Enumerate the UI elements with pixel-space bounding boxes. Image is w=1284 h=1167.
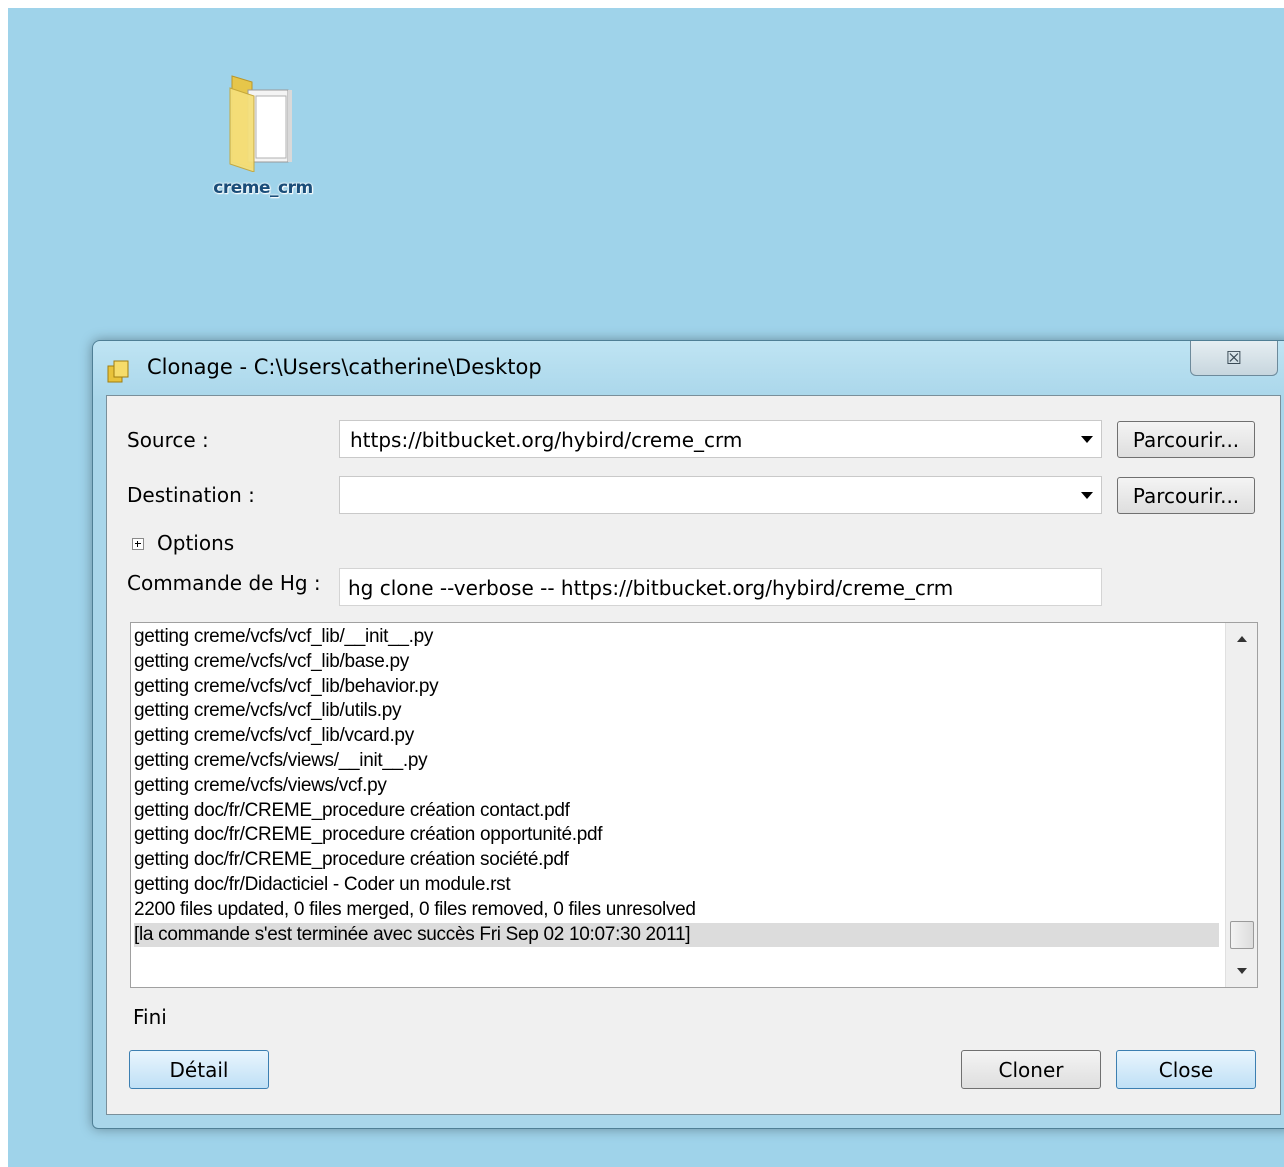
detail-button[interactable]: Détail	[129, 1050, 269, 1089]
folder-icon[interactable]	[222, 68, 302, 173]
vertical-scrollbar[interactable]	[1225, 623, 1257, 987]
browse-destination-button[interactable]: Parcourir...	[1117, 477, 1255, 514]
scroll-down-icon[interactable]	[1226, 955, 1257, 987]
browse-source-button[interactable]: Parcourir...	[1117, 421, 1255, 458]
options-label[interactable]: Options	[157, 531, 234, 555]
close-button[interactable]: Close	[1116, 1050, 1256, 1089]
close-icon: ☒	[1225, 347, 1243, 369]
log-line[interactable]: getting creme/vcfs/views/vcf.py	[134, 774, 1219, 799]
hg-command-field[interactable]: hg clone --verbose -- https://bitbucket.…	[339, 568, 1102, 606]
log-line[interactable]: getting doc/fr/Didacticiel - Coder un mo…	[134, 873, 1219, 898]
log-line[interactable]: getting creme/vcfs/vcf_lib/utils.py	[134, 699, 1219, 724]
log-line[interactable]: getting creme/vcfs/vcf_lib/base.py	[134, 650, 1219, 675]
log-line[interactable]: getting creme/vcfs/vcf_lib/__init__.py	[134, 625, 1219, 650]
log-line[interactable]: [la commande s'est terminée avec succès …	[134, 922, 1219, 948]
source-combo[interactable]: https://bitbucket.org/hybird/creme_crm	[339, 420, 1102, 458]
clone-button[interactable]: Cloner	[961, 1050, 1101, 1089]
tortoisehg-icon	[106, 358, 132, 384]
log-line[interactable]: getting creme/vcfs/vcf_lib/behavior.py	[134, 675, 1219, 700]
log-line[interactable]: getting doc/fr/CREME_procedure création …	[134, 823, 1219, 848]
title-bar[interactable]: Clonage - C:\Users\catherine\Desktop ☒	[93, 341, 1284, 395]
log-line[interactable]: getting creme/vcfs/views/__init__.py	[134, 749, 1219, 774]
log-line[interactable]: 2200 files updated, 0 files merged, 0 fi…	[134, 898, 1219, 923]
clone-dialog: Clonage - C:\Users\catherine\Desktop ☒ S…	[92, 340, 1284, 1129]
scroll-thumb[interactable]	[1230, 921, 1254, 949]
chevron-down-icon[interactable]	[1081, 492, 1093, 499]
status-text: Fini	[133, 1005, 167, 1029]
destination-label: Destination :	[127, 483, 255, 507]
output-log[interactable]: getting creme/vcfs/vcf_lib/__init__.py ge…	[130, 622, 1258, 988]
log-lines: getting creme/vcfs/vcf_lib/__init__.py ge…	[134, 625, 1219, 948]
log-line[interactable]: getting creme/vcfs/vcf_lib/vcard.py	[134, 724, 1219, 749]
window-title: Clonage - C:\Users\catherine\Desktop	[147, 355, 542, 379]
options-expand-icon[interactable]	[132, 538, 144, 550]
window-close-button[interactable]: ☒	[1190, 341, 1278, 376]
log-line[interactable]: getting doc/fr/CREME_procedure création …	[134, 848, 1219, 873]
dialog-body: Source : https://bitbucket.org/hybird/cr…	[106, 395, 1281, 1115]
destination-combo[interactable]	[339, 476, 1102, 514]
folder-label[interactable]: creme_crm	[198, 178, 328, 198]
source-label: Source :	[127, 428, 209, 452]
hg-command-value: hg clone --verbose -- https://bitbucket.…	[348, 576, 954, 600]
source-value: https://bitbucket.org/hybird/creme_crm	[350, 428, 743, 452]
log-line[interactable]: getting doc/fr/CREME_procedure création …	[134, 799, 1219, 824]
hg-command-label: Commande de Hg :	[127, 571, 321, 595]
scroll-up-icon[interactable]	[1226, 623, 1257, 655]
chevron-down-icon[interactable]	[1081, 436, 1093, 443]
